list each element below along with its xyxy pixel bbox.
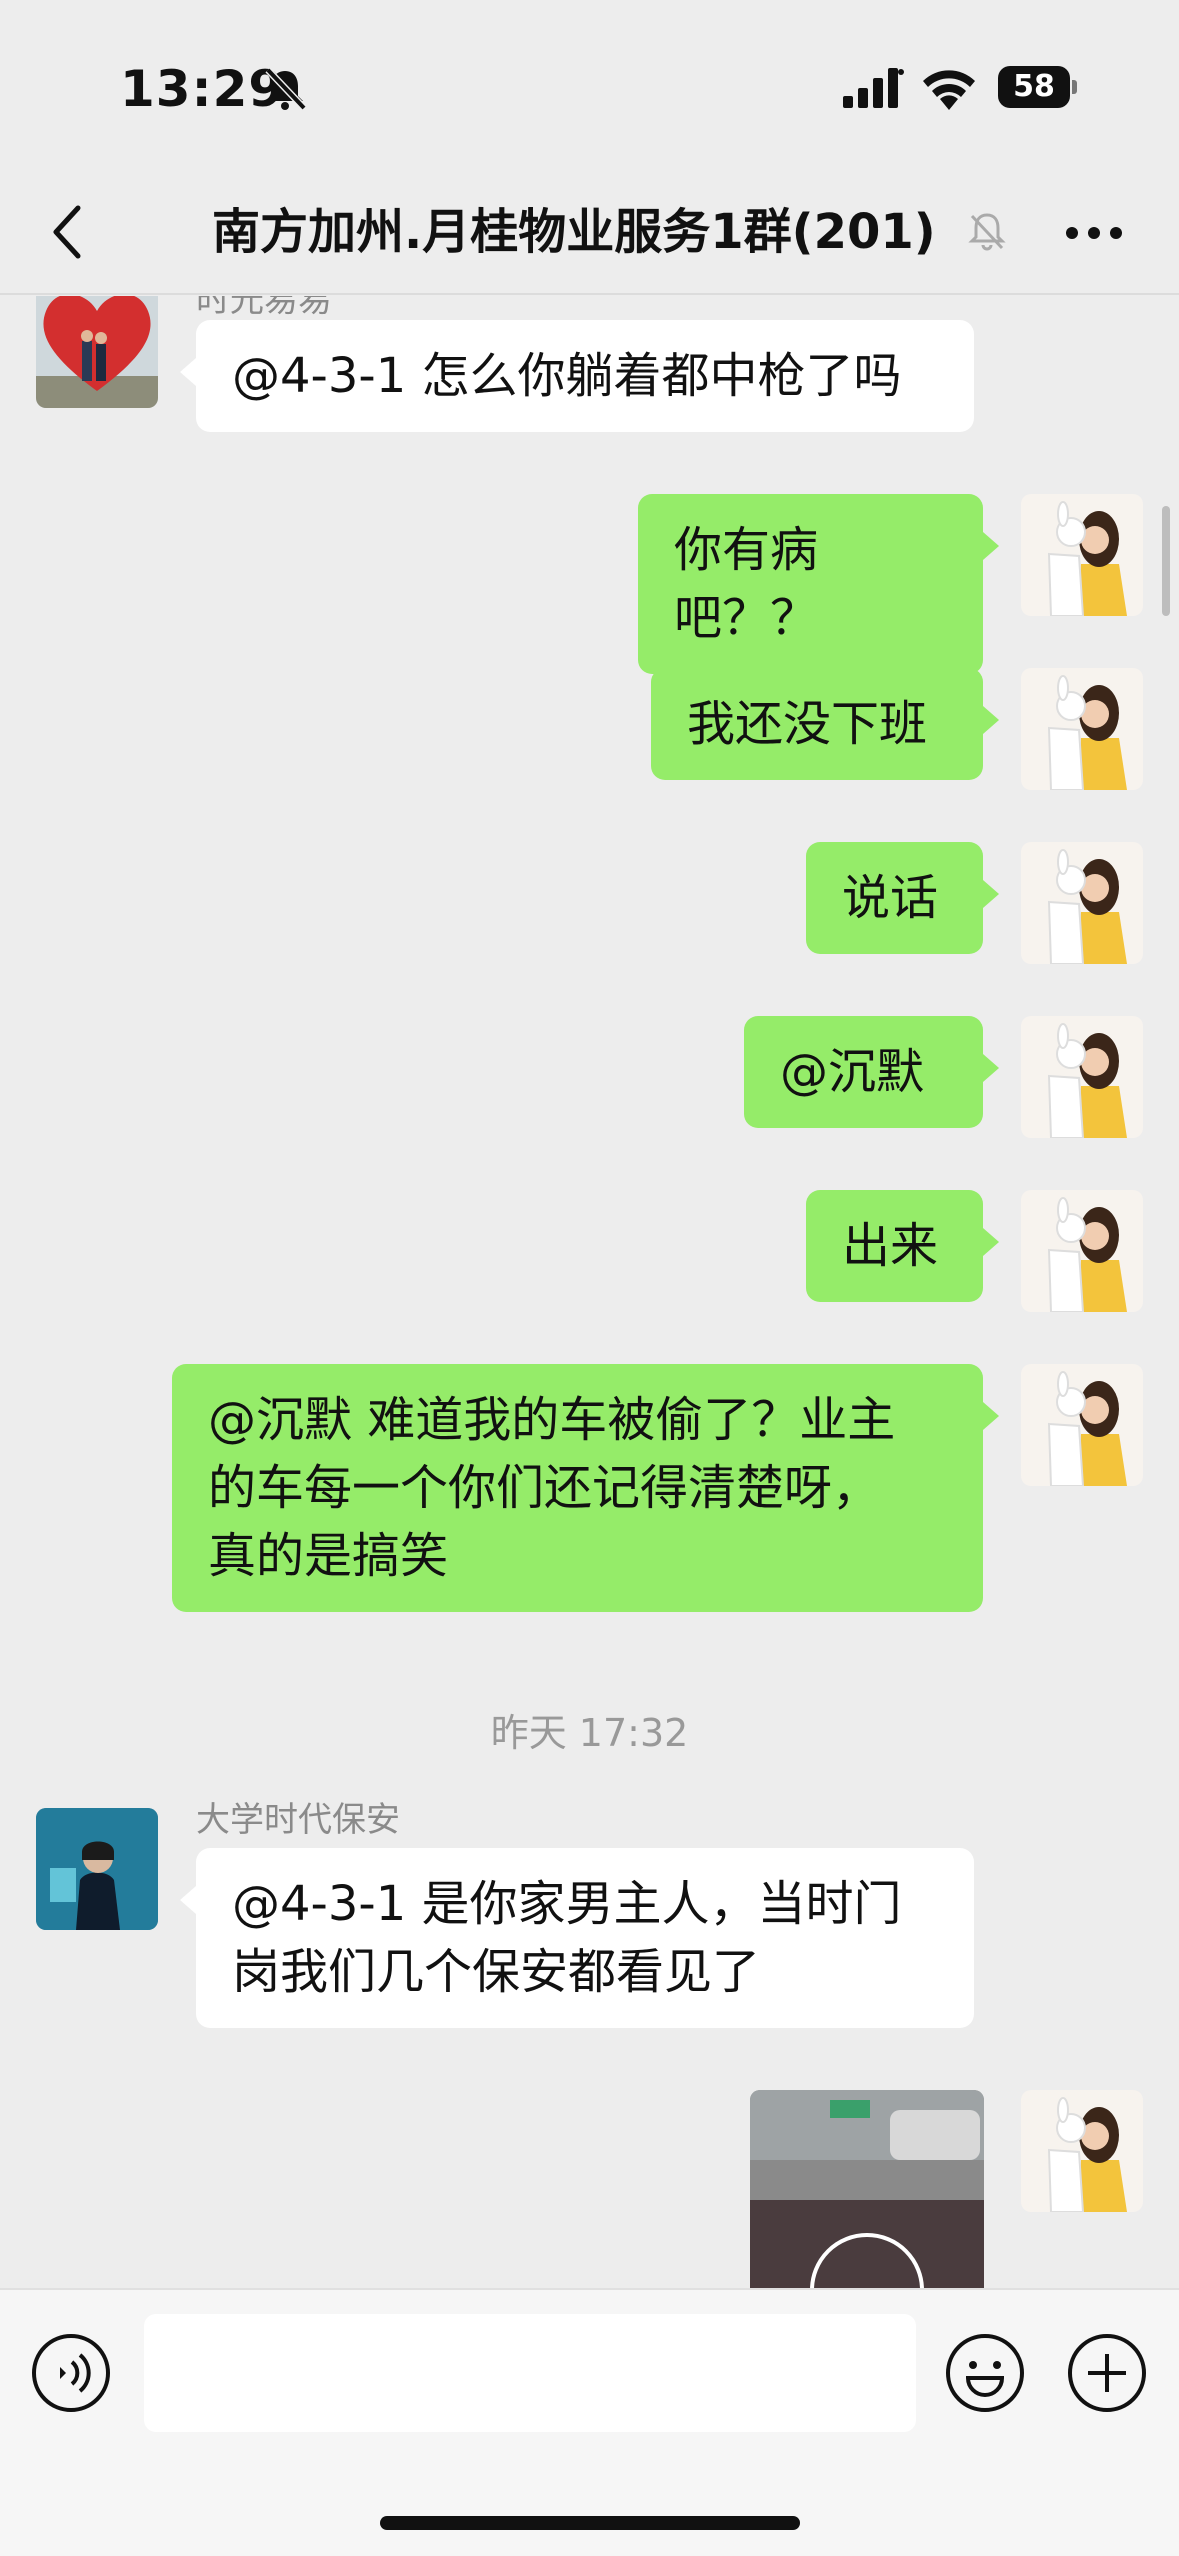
chat-title: 南方加州.月桂物业服务1群(201): [212, 204, 936, 260]
bell-off-icon: [265, 67, 307, 111]
chat-header: 南方加州.月桂物业服务1群(201): [0, 170, 1179, 295]
signal-icon: [843, 68, 904, 108]
avatar[interactable]: [1021, 668, 1143, 790]
status-time: 13:29: [120, 60, 285, 118]
plus-icon[interactable]: [1066, 2332, 1148, 2414]
avatar[interactable]: [36, 296, 158, 408]
avatar[interactable]: [1021, 2090, 1143, 2212]
message-input[interactable]: [144, 2314, 916, 2432]
voice-icon[interactable]: [30, 2332, 112, 2414]
message-bubble[interactable]: 说话: [806, 842, 999, 954]
battery-level: 58: [1013, 69, 1055, 104]
emoji-icon[interactable]: [944, 2332, 1026, 2414]
message-bubble[interactable]: 出来: [806, 1190, 999, 1302]
message-bubble[interactable]: 我还没下班: [651, 668, 999, 780]
bell-off-icon: [968, 213, 1006, 251]
input-bar: [0, 2288, 1179, 2556]
avatar[interactable]: [1021, 1190, 1143, 1312]
sender-name: 大学时代保安: [196, 1800, 400, 1840]
message-bubble[interactable]: 你有病吧？？: [638, 494, 999, 674]
message-bubble[interactable]: @沉默: [744, 1016, 999, 1128]
avatar[interactable]: [1021, 1364, 1143, 1486]
wifi-icon: [923, 70, 975, 110]
message-bubble[interactable]: @4-3-1 是你家男主人，当时门 岗我们几个保安都看见了: [180, 1848, 974, 2028]
ellipsis-icon[interactable]: [1064, 224, 1124, 242]
message-bubble[interactable]: @沉默 难道我的车被偷了？业主 的车每一个你们还记得清楚呀， 真的是搞笑: [172, 1364, 999, 1612]
avatar[interactable]: [1021, 842, 1143, 964]
message-bubble[interactable]: @4-3-1 怎么你躺着都中枪了吗: [180, 320, 974, 432]
timestamp: 昨天 17:32: [490, 1711, 689, 1755]
chevron-left-icon[interactable]: [46, 200, 90, 264]
message-list[interactable]: 时光易易 @4-3-1 怎么你躺着都中枪了吗 你有病吧？？ 我还没下班 说话 @…: [0, 296, 1179, 2296]
home-indicator: [380, 2516, 800, 2530]
sender-name: 时光易易: [196, 296, 332, 320]
status-bar: 13:29 58: [0, 0, 1179, 170]
avatar[interactable]: [1021, 1016, 1143, 1138]
battery-indicator: 58: [998, 66, 1077, 108]
video-message[interactable]: [750, 2090, 984, 2296]
avatar[interactable]: [1021, 494, 1143, 616]
avatar[interactable]: [36, 1808, 158, 1930]
scrollbar[interactable]: [1162, 506, 1170, 616]
